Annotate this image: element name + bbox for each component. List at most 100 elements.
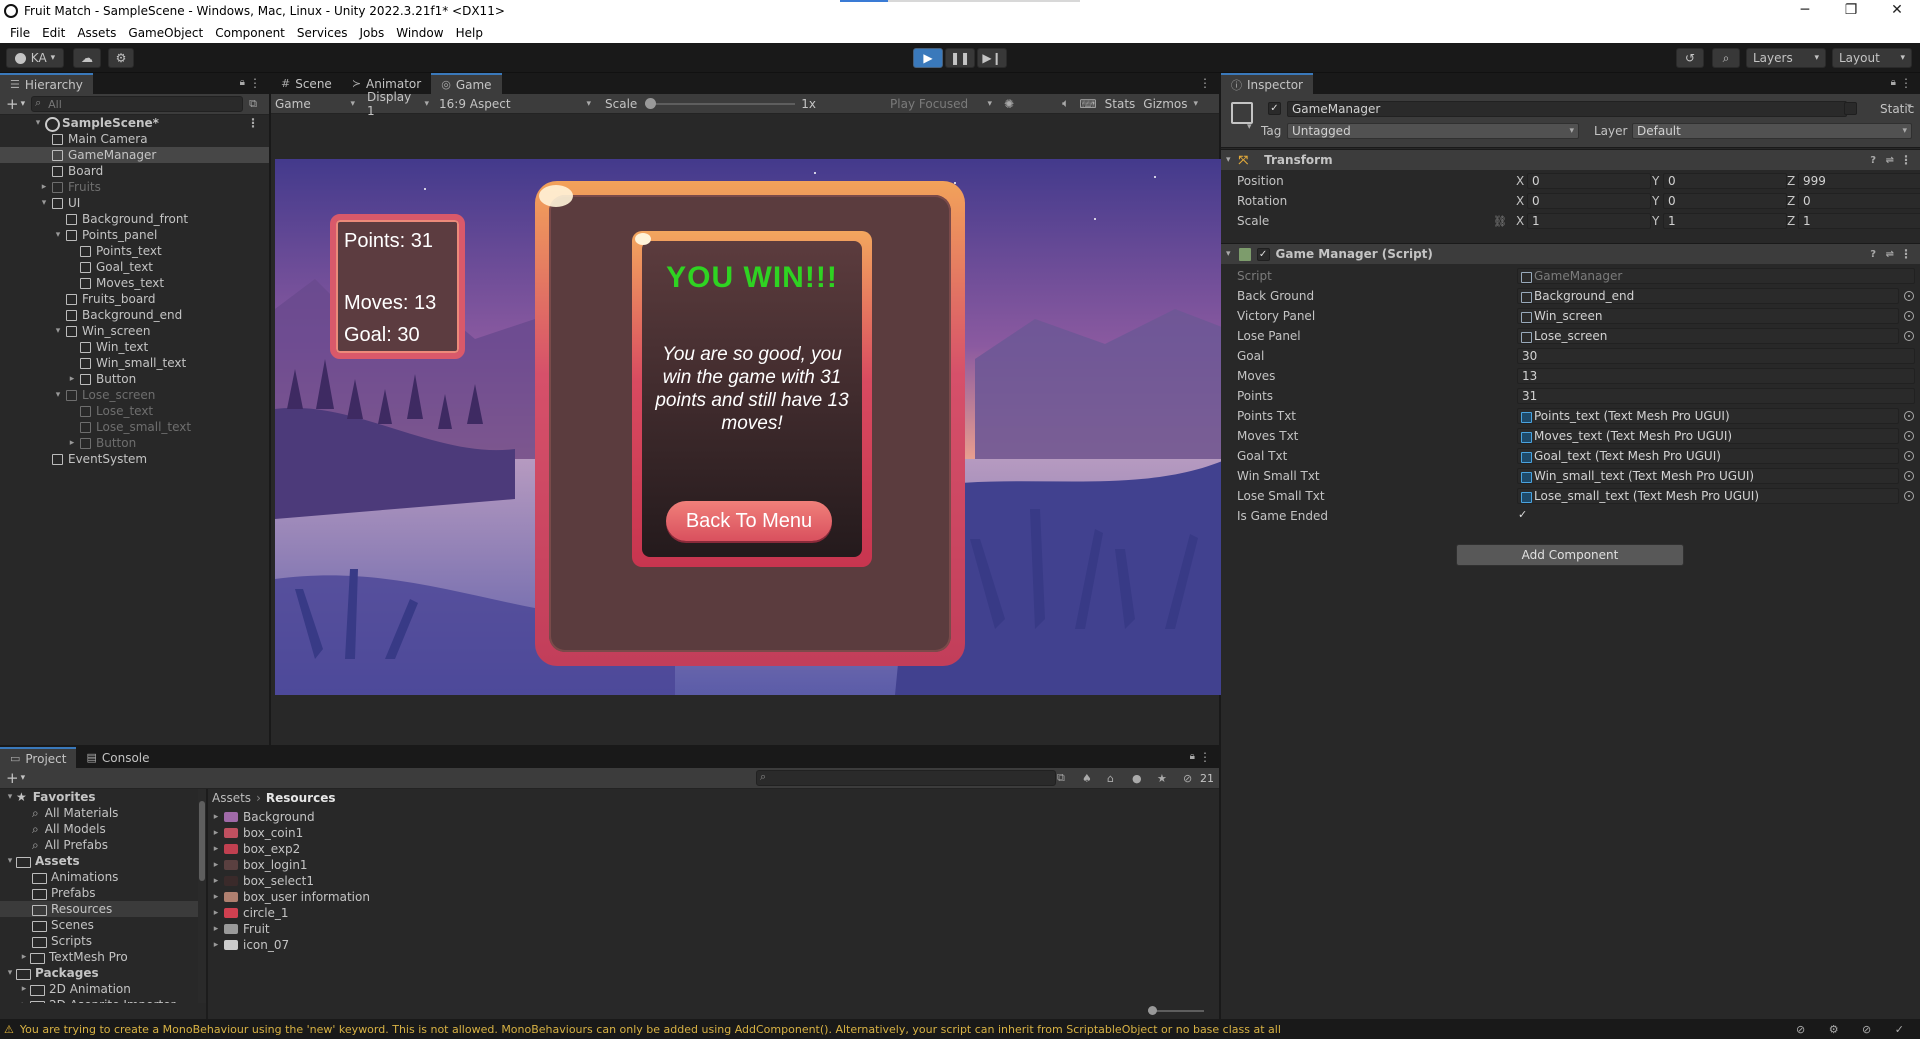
search-by-label-icon[interactable]: ♠ (1082, 772, 1092, 785)
hierarchy-item[interactable]: GameManager (0, 147, 269, 163)
chevron-right-icon[interactable]: ▸ (66, 438, 78, 448)
object-picker-icon[interactable] (1904, 331, 1914, 341)
kebab-menu-icon[interactable]: ⋮ (1199, 750, 1211, 764)
add-icon[interactable]: + (6, 95, 19, 113)
gm-object-field[interactable]: Win_screen (1517, 308, 1899, 324)
chevron-right-icon[interactable]: ▸ (18, 984, 30, 994)
collab-button[interactable]: ⚙ (108, 48, 134, 68)
close-button[interactable]: ✕ (1874, 0, 1920, 22)
object-name-field[interactable]: GameManager (1287, 101, 1847, 117)
hierarchy-item[interactable]: Lose_small_text (0, 419, 269, 435)
menu-gameobject[interactable]: GameObject (122, 26, 209, 40)
gm-object-field[interactable]: Background_end (1517, 288, 1899, 304)
menu-assets[interactable]: Assets (71, 26, 122, 40)
static-checkbox[interactable] (1844, 102, 1857, 115)
scale-slider-thumb[interactable] (645, 97, 657, 109)
account-dropdown[interactable]: KA ▾ (6, 48, 64, 68)
add-component-button[interactable]: Add Component (1456, 544, 1684, 566)
chevron-down-icon[interactable]: ▾ (21, 773, 26, 783)
hierarchy-item[interactable]: ▸ Fruits (0, 179, 269, 195)
hierarchy-item[interactable]: ▾ SampleScene* ⋮ (0, 115, 269, 132)
scale-slider[interactable] (645, 97, 796, 111)
project-search-input[interactable] (756, 770, 1056, 786)
kebab-menu-icon[interactable]: ⋮ (247, 116, 259, 130)
gm-object-field[interactable]: Moves_text (Text Mesh Pro UGUI) (1517, 428, 1899, 444)
project-sidebar-item[interactable]: ▸ TextMesh Pro (0, 949, 198, 965)
info-filter-icon[interactable]: ● (1132, 772, 1142, 785)
object-picker-icon[interactable] (1904, 411, 1914, 421)
menu-file[interactable]: File (4, 26, 36, 40)
tab-hierarchy[interactable]: ☰ Hierarchy (0, 73, 93, 94)
chevron-right-icon[interactable]: ▸ (210, 828, 222, 838)
is-game-ended-checkbox[interactable]: ✓ (1518, 508, 1527, 521)
chevron-down-icon[interactable]: ▾ (21, 99, 26, 109)
hierarchy-item[interactable]: ▸ Button (0, 371, 269, 387)
search-button[interactable]: ⌕ (1712, 48, 1740, 68)
component-enabled-checkbox[interactable]: ✓ (1256, 247, 1270, 261)
project-sidebar-item[interactable]: ▸ 2D Animation (0, 981, 198, 997)
hierarchy-item[interactable]: Goal_text (0, 259, 269, 275)
transform-y-field[interactable]: 0 (1663, 173, 1787, 189)
transform-z-field[interactable]: 999 (1798, 173, 1920, 189)
menu-help[interactable]: Help (450, 26, 489, 40)
asset-item[interactable]: ▸ box_select1 (210, 873, 610, 889)
chevron-down-icon[interactable]: ▾ (52, 230, 64, 240)
hierarchy-item[interactable]: Win_small_text (0, 355, 269, 371)
breadcrumb-resources[interactable]: Resources (266, 791, 336, 805)
chevron-right-icon[interactable]: ▸ (18, 952, 30, 962)
lock-icon[interactable]: 🔒︎ (1891, 77, 1896, 88)
chevron-right-icon[interactable]: ▸ (210, 908, 222, 918)
icon-size-thumb[interactable] (1148, 1006, 1157, 1015)
asset-item[interactable]: ▸ box_coin1 (210, 825, 610, 841)
project-sidebar-item[interactable]: Scripts (0, 933, 198, 949)
preset-icon[interactable]: ⇌ (1886, 155, 1894, 166)
hierarchy-item[interactable]: EventSystem (0, 451, 269, 467)
kebab-menu-icon[interactable]: ⋮ (1199, 76, 1211, 90)
search-by-type-icon[interactable]: ⧉ (1057, 771, 1065, 785)
gm-object-field[interactable]: Goal_text (Text Mesh Pro UGUI) (1517, 448, 1899, 464)
transform-y-field[interactable]: 1 (1663, 213, 1787, 229)
chevron-right-icon[interactable]: ▸ (210, 812, 222, 822)
project-sidebar-item[interactable]: ▸ 2D Aseprite Importer (0, 997, 198, 1003)
lock-icon[interactable]: 🔒︎ (1190, 751, 1195, 762)
chevron-right-icon[interactable]: ▸ (66, 374, 78, 384)
aspect-dropdown[interactable]: 16:9 Aspect (435, 97, 595, 111)
chevron-right-icon[interactable]: ▸ (210, 876, 222, 886)
project-sidebar-item[interactable]: ▾ ★ Favorites (0, 789, 198, 805)
hierarchy-item[interactable]: ▾ UI (0, 195, 269, 211)
object-picker-icon[interactable] (1904, 291, 1914, 301)
kebab-menu-icon[interactable]: ⋮ (1900, 153, 1912, 167)
chevron-down-icon[interactable]: ▾ (52, 390, 64, 400)
hierarchy-item[interactable]: Points_text (0, 243, 269, 259)
help-icon[interactable]: ? (1870, 155, 1876, 166)
tab-game[interactable]: ◎ Game (431, 73, 502, 94)
object-picker-icon[interactable] (1904, 451, 1914, 461)
chevron-right-icon[interactable]: ▸ (210, 860, 222, 870)
layer-dropdown[interactable]: Default (1632, 123, 1912, 139)
step-button[interactable]: ▶❙ (977, 48, 1007, 68)
asset-item[interactable]: ▸ box_exp2 (210, 841, 610, 857)
pause-button[interactable]: ❚❚ (945, 48, 975, 68)
game-mode-dropdown[interactable]: Game (271, 97, 359, 111)
play-focused-dropdown[interactable]: Play Focused (886, 97, 996, 111)
stats-button[interactable]: Stats (1105, 97, 1136, 111)
chevron-down-icon[interactable]: ▾ (38, 198, 50, 208)
bug-icon[interactable]: ✺ (1004, 97, 1014, 111)
tab-inspector[interactable]: ⓘ Inspector (1221, 73, 1313, 94)
asset-item[interactable]: ▸ icon_07 (210, 937, 610, 953)
hierarchy-item[interactable]: Fruits_board (0, 291, 269, 307)
transform-z-field[interactable]: 0 (1798, 193, 1920, 209)
chevron-down-icon[interactable]: ▾ (52, 326, 64, 336)
menu-services[interactable]: Services (291, 26, 354, 40)
constrain-proportions-icon[interactable]: ⛓ (1493, 215, 1507, 228)
hierarchy-item[interactable]: Moves_text (0, 275, 269, 291)
chevron-right-icon[interactable]: ▸ (18, 1000, 30, 1003)
icon-size-slider[interactable] (1148, 1006, 1204, 1015)
project-sidebar-item[interactable]: Resources (0, 901, 198, 917)
play-button[interactable]: ▶ (913, 48, 943, 68)
object-picker-icon[interactable] (1904, 311, 1914, 321)
kebab-menu-icon[interactable]: ⋮ (1900, 247, 1912, 261)
transform-x-field[interactable]: 0 (1527, 173, 1651, 189)
project-sidebar-item[interactable]: ⌕ All Prefabs (0, 837, 198, 853)
hidden-packages-icon[interactable]: ⊘ (1183, 772, 1192, 785)
